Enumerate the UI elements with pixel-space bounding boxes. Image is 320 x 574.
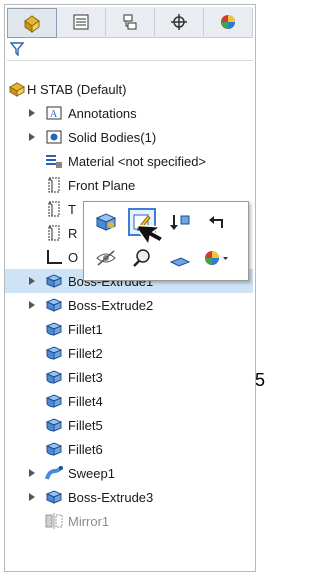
tree-item-fillet1[interactable]: Fillet1: [5, 317, 253, 341]
tree-item-label: Boss-Extrude2: [68, 297, 154, 313]
extrude-icon: [45, 488, 63, 506]
filter-bar[interactable]: [7, 38, 253, 61]
fillet-icon: [45, 320, 63, 338]
configuration-manager-icon: [123, 14, 137, 30]
hide-eye-icon: [96, 250, 116, 266]
tab-feature-manager[interactable]: [7, 8, 57, 38]
tree-item-label: T: [68, 201, 76, 217]
tree-item-label: Boss-Extrude3: [68, 489, 154, 505]
mirror-icon: [45, 512, 63, 530]
extrude-icon: [45, 296, 63, 314]
tree-item-label: R: [68, 225, 78, 241]
fillet-icon: [45, 392, 63, 410]
fillet-icon: [45, 368, 63, 386]
appearance-icon: [205, 251, 228, 265]
tree-item-label: Sweep1: [68, 465, 115, 481]
fillet-icon: [45, 440, 63, 458]
plane-icon: [45, 200, 63, 218]
property-manager-icon: [73, 14, 89, 30]
feature-manager-panel: H STAB (Default) A Annotations Solid Bod…: [4, 4, 256, 572]
display-manager-icon: [221, 15, 235, 29]
part-icon: [8, 80, 26, 98]
tree-item-material[interactable]: Material <not specified>: [5, 149, 253, 173]
tree-item-label: Mirror1: [68, 513, 110, 529]
appearance-button[interactable]: [202, 244, 230, 272]
tree-item-label: Material <not specified>: [68, 153, 207, 169]
extrude-icon: [45, 272, 63, 290]
tree-item-mirror1[interactable]: Mirror1: [5, 509, 253, 533]
expand-arrow-icon[interactable]: [27, 108, 37, 118]
tree-item-label: Front Plane: [68, 177, 136, 193]
tree-item-label: Solid Bodies(1): [68, 129, 157, 145]
tree-item-boss-extrude3[interactable]: Boss-Extrude3: [5, 485, 253, 509]
manager-tabs: [7, 7, 253, 38]
extrude-icon: [95, 213, 117, 231]
zoom-icon: [133, 249, 150, 267]
expand-arrow-icon[interactable]: [27, 132, 37, 142]
feature-manager-icon: [24, 15, 40, 33]
parent-child-button[interactable]: [202, 208, 230, 236]
tree-item-sweep1[interactable]: Sweep1: [5, 461, 253, 485]
fillet-icon: [45, 344, 63, 362]
tab-display-manager[interactable]: [204, 8, 253, 36]
tree-item-boss-extrude2[interactable]: Boss-Extrude2: [5, 293, 253, 317]
expand-arrow-icon[interactable]: [27, 276, 37, 286]
expand-arrow-icon[interactable]: [27, 300, 37, 310]
return-arrow-icon: [209, 216, 223, 228]
tree-item-label: O: [68, 249, 79, 265]
material-icon: [45, 152, 63, 170]
normal-to-icon: [169, 257, 191, 267]
tree-item-annotations[interactable]: A Annotations: [5, 101, 253, 125]
edge-text: 5: [255, 370, 266, 390]
filter-icon[interactable]: [10, 42, 24, 56]
tree-item-fillet2[interactable]: Fillet2: [5, 341, 253, 365]
tab-configuration-manager[interactable]: [106, 8, 155, 36]
cursor-arrow-icon: [139, 224, 164, 247]
solid-bodies-icon: [45, 128, 63, 146]
tree-item-fillet6[interactable]: Fillet6: [5, 437, 253, 461]
feature-icon-button[interactable]: [92, 208, 120, 236]
svg-text:A: A: [50, 109, 58, 120]
tab-dimxpert-manager[interactable]: [155, 8, 204, 36]
tree-item-label: Fillet1: [68, 321, 103, 337]
tree-item-label: Fillet5: [68, 417, 103, 433]
tree-root[interactable]: H STAB (Default): [5, 77, 253, 101]
origin-icon: [45, 248, 63, 266]
expand-arrow-icon[interactable]: [27, 468, 37, 478]
plane-icon: [45, 176, 63, 194]
sweep-icon: [45, 464, 63, 482]
expand-arrow-icon[interactable]: [27, 492, 37, 502]
fillet-icon: [45, 416, 63, 434]
tree-item-label: Annotations: [68, 105, 137, 121]
dimxpert-icon: [171, 14, 187, 30]
tree-item-solid-bodies[interactable]: Solid Bodies(1): [5, 125, 253, 149]
tree-item-label: Fillet2: [68, 345, 103, 361]
tree-item-fillet3[interactable]: Fillet3: [5, 365, 253, 389]
plane-icon: [45, 224, 63, 242]
rollback-icon: [170, 215, 190, 230]
tree-item-front-plane[interactable]: Front Plane: [5, 173, 253, 197]
tab-property-manager[interactable]: [57, 8, 106, 36]
hide-button[interactable]: [92, 244, 120, 272]
tree-item-fillet4[interactable]: Fillet4: [5, 389, 253, 413]
tree-item-fillet5[interactable]: Fillet5: [5, 413, 253, 437]
annotations-icon: A: [45, 104, 63, 122]
tree-item-label: Fillet6: [68, 441, 103, 457]
tree-item-label: Fillet4: [68, 393, 103, 409]
tree-root-label: H STAB (Default): [27, 81, 127, 97]
tree-item-label: Fillet3: [68, 369, 103, 385]
